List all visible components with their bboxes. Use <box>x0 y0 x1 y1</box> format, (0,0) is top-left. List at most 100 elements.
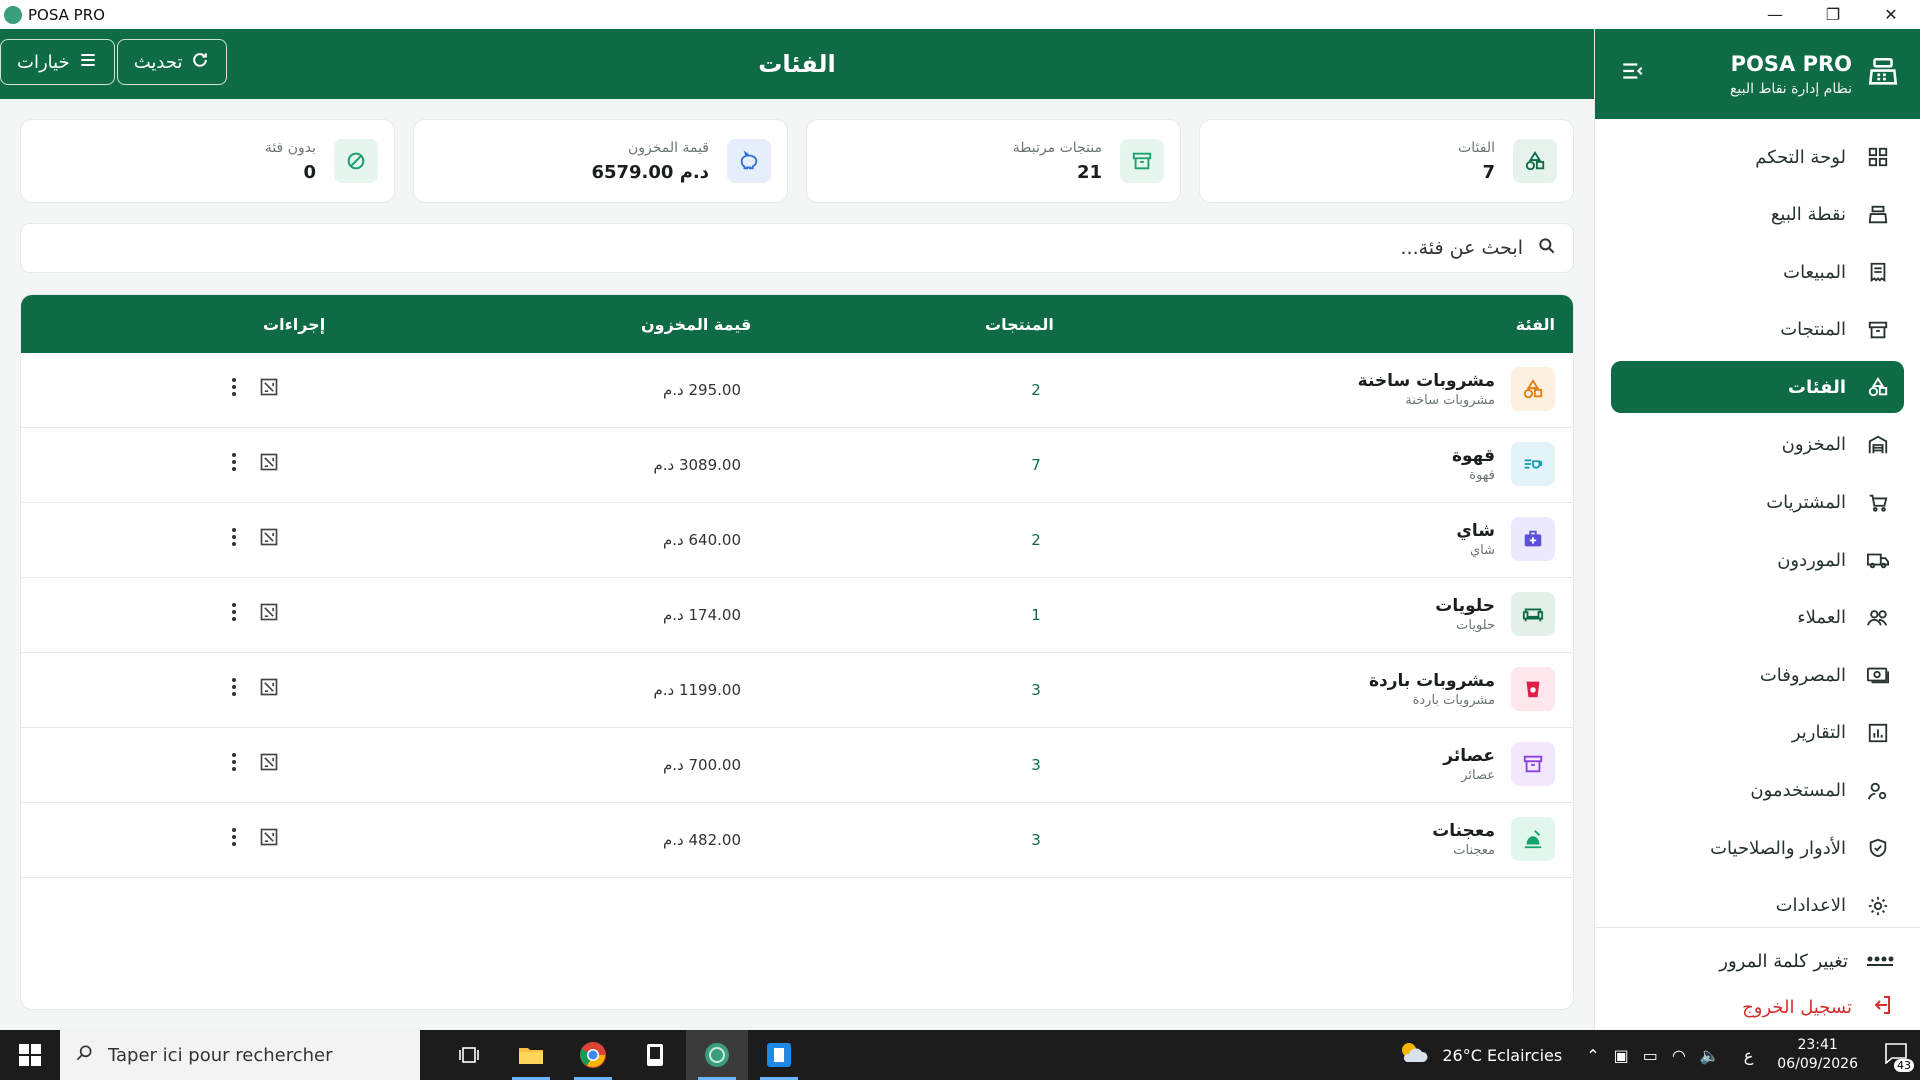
cash-register-logo-icon <box>1866 55 1900 93</box>
taskbar-search-placeholder: Taper ici pour rechercher <box>108 1044 333 1066</box>
sidebar-item[interactable]: المبيعات <box>1611 246 1904 298</box>
stat-value: 7 <box>1482 161 1495 183</box>
row-actions <box>231 752 279 776</box>
more-options-icon[interactable] <box>231 452 237 476</box>
category-cell: شاي شاي <box>1456 517 1555 561</box>
refresh-button[interactable]: تحديث <box>116 39 228 85</box>
logout-label: تسجيل الخروج <box>1742 996 1852 1018</box>
category-description: حلويات <box>1456 617 1495 633</box>
cash-register-icon <box>1864 204 1892 226</box>
table-row[interactable]: مشروبات باردة مشروبات باردة 3 1199.00 د.… <box>21 653 1573 728</box>
sidebar-item[interactable]: المخزون <box>1611 419 1904 471</box>
sidebar-item[interactable]: المشتريات <box>1611 477 1904 529</box>
sidebar-item[interactable]: نقطة البيع <box>1611 189 1904 241</box>
table-row[interactable]: قهوة قهوة 7 3089.00 د.م <box>21 428 1573 503</box>
category-name: معجنات <box>1432 820 1495 841</box>
edit-expand-icon[interactable] <box>259 602 279 626</box>
clock[interactable]: 23:41 06/09/2026 <box>1777 1036 1858 1074</box>
table-row[interactable]: عصائر عصائر 3 700.00 د.م <box>21 728 1573 803</box>
options-button[interactable]: خيارات <box>0 39 115 85</box>
sidebar-item-label: المبيعات <box>1783 261 1846 283</box>
weather-icon[interactable] <box>1398 1040 1428 1070</box>
chrome-button[interactable] <box>562 1030 624 1080</box>
task-view-button[interactable] <box>438 1030 500 1080</box>
more-options-icon[interactable] <box>231 377 237 401</box>
more-options-icon[interactable] <box>231 677 237 701</box>
file-explorer-button[interactable] <box>500 1030 562 1080</box>
sidebar-item-label: العملاء <box>1797 607 1846 629</box>
blue-app-button[interactable] <box>748 1030 810 1080</box>
sidebar-header: POSA PRO نظام إدارة نقاط البيع <box>1595 29 1920 119</box>
minimize-button[interactable]: — <box>1746 0 1804 29</box>
sidebar-item[interactable]: الفئات <box>1611 361 1904 414</box>
cart-icon <box>1864 492 1892 514</box>
category-name: مشروبات ساخنة <box>1357 370 1495 391</box>
sidebar-item[interactable]: الموردون <box>1611 534 1904 586</box>
logout-button[interactable]: تسجيل الخروج <box>1595 984 1920 1030</box>
start-button[interactable] <box>0 1030 60 1080</box>
table-body: مشروبات ساخنة مشروبات ساخنة 2 295.00 د.م… <box>21 353 1573 878</box>
edit-expand-icon[interactable] <box>259 377 279 401</box>
edit-expand-icon[interactable] <box>259 452 279 476</box>
sidebar-item[interactable]: الاعدادات <box>1611 880 1904 932</box>
sidebar-item[interactable]: المصروفات <box>1611 649 1904 701</box>
app-title: POSA PRO <box>0 5 105 24</box>
category-text: معجنات معجنات <box>1432 821 1495 858</box>
chart-icon <box>1864 722 1892 744</box>
sidebar-item[interactable]: لوحة التحكم <box>1611 131 1904 183</box>
edit-expand-icon[interactable] <box>259 752 279 776</box>
search-input[interactable] <box>37 237 1523 259</box>
user-cog-icon <box>1864 780 1892 802</box>
pos-window-button[interactable] <box>624 1030 686 1080</box>
sidebar-item[interactable]: العملاء <box>1611 592 1904 644</box>
collapse-menu-icon[interactable] <box>1615 58 1651 90</box>
weather-text[interactable]: 26°C Eclaircies <box>1442 1046 1562 1065</box>
sidebar-item-label: نقطة البيع <box>1770 204 1846 226</box>
edit-expand-icon[interactable] <box>259 527 279 551</box>
stat-text: منتجات مرتبطة 21 <box>823 140 1102 183</box>
products-count: 2 <box>1031 531 1041 549</box>
taskbar-apps <box>438 1030 810 1080</box>
sidebar-item-label: الأدوار والصلاحيات <box>1710 837 1846 859</box>
chevron-up-icon[interactable]: ⌃ <box>1586 1046 1599 1065</box>
app-logo-icon <box>4 5 22 24</box>
sidebar-item[interactable]: الأدوار والصلاحيات <box>1611 822 1904 874</box>
archive-icon <box>1864 319 1892 341</box>
network-icon[interactable]: ◠ <box>1672 1046 1686 1065</box>
maximize-button[interactable]: ❐ <box>1804 0 1862 29</box>
taskbar-search[interactable]: Taper ici pour rechercher <box>60 1030 420 1080</box>
more-options-icon[interactable] <box>231 602 237 626</box>
table-row[interactable]: معجنات معجنات 3 482.00 د.م <box>21 803 1573 878</box>
header-stock-value[interactable]: قيمة المخزون <box>641 315 751 334</box>
edit-expand-icon[interactable] <box>259 827 279 851</box>
sidebar-item-label: المنتجات <box>1780 319 1846 341</box>
category-description: عصائر <box>1461 767 1495 783</box>
close-button[interactable]: ✕ <box>1862 0 1920 29</box>
table-row[interactable]: مشروبات ساخنة مشروبات ساخنة 2 295.00 د.م <box>21 353 1573 428</box>
archive-icon <box>1120 139 1164 183</box>
stat-text: قيمة المخزون 6579.00 د.م <box>430 140 709 183</box>
header-products[interactable]: المنتجات <box>985 315 1054 334</box>
more-options-icon[interactable] <box>231 527 237 551</box>
sidebar-item[interactable]: التقارير <box>1611 707 1904 759</box>
posa-pro-button[interactable] <box>686 1030 748 1080</box>
battery-icon[interactable]: ▭ <box>1643 1046 1658 1065</box>
sidebar-item-label: المخزون <box>1781 434 1846 456</box>
input-language[interactable]: ع <box>1744 1046 1754 1065</box>
change-password-label: تغيير كلمة المرور <box>1719 950 1848 972</box>
header-category[interactable]: الفئة <box>1516 315 1555 334</box>
notifications-icon[interactable]: 43 <box>1884 1042 1914 1072</box>
category-cell: معجنات معجنات <box>1432 817 1555 861</box>
shapes-icon <box>1513 139 1557 183</box>
table-row[interactable]: حلويات حلويات 1 174.00 د.م <box>21 578 1573 653</box>
meet-now-icon[interactable]: ▣ <box>1614 1046 1629 1065</box>
category-text: حلويات حلويات <box>1435 596 1495 633</box>
more-options-icon[interactable] <box>231 752 237 776</box>
edit-expand-icon[interactable] <box>259 677 279 701</box>
sidebar-item[interactable]: المنتجات <box>1611 304 1904 356</box>
more-options-icon[interactable] <box>231 827 237 851</box>
sidebar-item[interactable]: المستخدمون <box>1611 765 1904 817</box>
volume-icon[interactable]: 🔈 <box>1700 1046 1720 1065</box>
change-password-button[interactable]: تغيير كلمة المرور <box>1595 938 1920 984</box>
table-row[interactable]: شاي شاي 2 640.00 د.م <box>21 503 1573 578</box>
